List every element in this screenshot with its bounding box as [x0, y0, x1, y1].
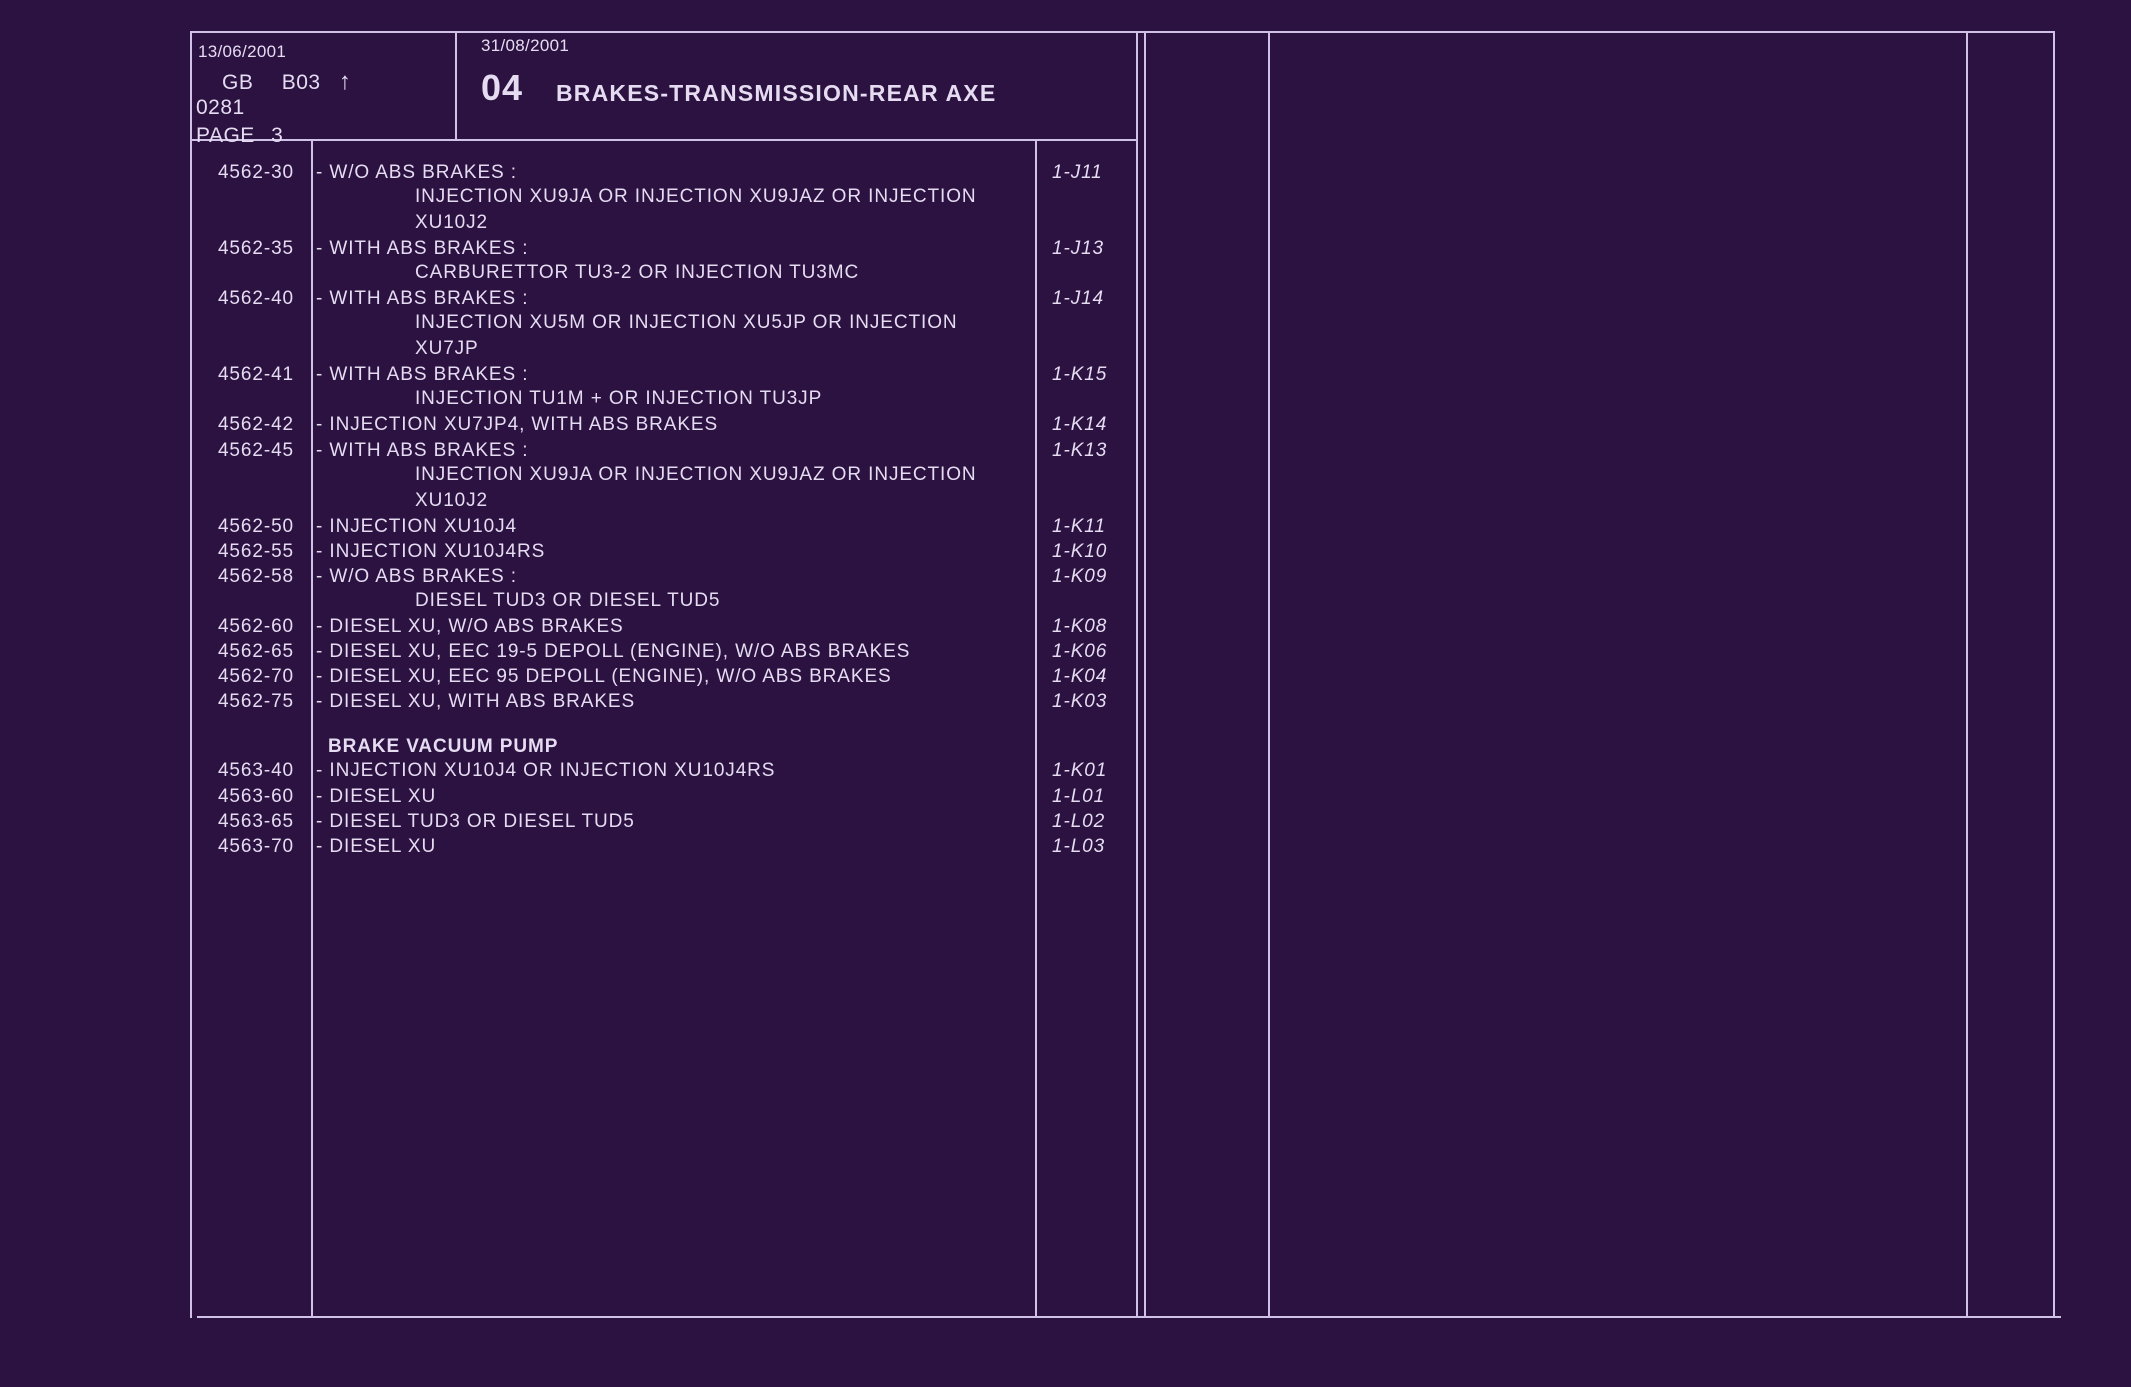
item-ref: 1-K15 — [1052, 364, 1108, 385]
item-ref: 1-K13 — [1052, 440, 1108, 461]
item-ref: 1-L03 — [1052, 836, 1106, 857]
item-continuation: XU7JP — [415, 338, 479, 359]
item-ref: 1-K11 — [1052, 516, 1106, 537]
item-description: - DIESEL XU — [316, 786, 437, 807]
item-ref: 1-J11 — [1052, 162, 1103, 183]
item-description: - INJECTION XU10J4RS — [316, 541, 546, 562]
item-code: 4562-55 — [217, 541, 294, 562]
item-code: 4562-65 — [217, 641, 294, 662]
item-ref: 1-K08 — [1052, 616, 1108, 637]
item-continuation: XU10J2 — [415, 212, 488, 233]
item-ref: 1-K04 — [1052, 666, 1108, 687]
item-description: - DIESEL XU, EEC 95 DEPOLL (ENGINE), W/O… — [316, 666, 892, 687]
item-continuation: INJECTION TU1M + OR INJECTION TU3JP — [415, 388, 823, 409]
item-ref: 1-L02 — [1052, 811, 1106, 832]
item-description: - DIESEL TUD3 OR DIESEL TUD5 — [316, 811, 635, 832]
item-ref: 1-K10 — [1052, 541, 1108, 562]
item-description: - DIESEL XU, WITH ABS BRAKES — [316, 691, 636, 712]
item-ref: 1-K14 — [1052, 414, 1108, 435]
item-code: 4562-58 — [217, 566, 294, 587]
item-code: 4562-75 — [217, 691, 294, 712]
item-ref: 1-J14 — [1052, 288, 1105, 309]
item-description: - INJECTION XU7JP4, WITH ABS BRAKES — [316, 414, 719, 435]
item-ref: 1-L01 — [1052, 786, 1106, 807]
item-code: 4562-70 — [217, 666, 294, 687]
item-ref: 1-K01 — [1052, 760, 1108, 781]
item-code: 4562-45 — [217, 440, 294, 461]
item-code: 4562-50 — [217, 516, 294, 537]
item-continuation: DIESEL TUD3 OR DIESEL TUD5 — [415, 590, 721, 611]
group-heading: BRAKE VACUUM PUMP — [328, 736, 559, 757]
parts-list: 4562-30 - W/O ABS BRAKES : 1-J11 INJECTI… — [0, 0, 2131, 1387]
item-description: - DIESEL XU — [316, 836, 437, 857]
item-code: 4562-40 — [217, 288, 294, 309]
item-continuation: INJECTION XU5M OR INJECTION XU5JP OR INJ… — [415, 312, 958, 333]
item-ref: 1-K06 — [1052, 641, 1108, 662]
item-code: 4562-60 — [217, 616, 294, 637]
item-code: 4563-40 — [217, 760, 294, 781]
item-description: - DIESEL XU, W/O ABS BRAKES — [316, 616, 624, 637]
item-continuation: XU10J2 — [415, 490, 488, 511]
item-description: - WITH ABS BRAKES : — [316, 440, 529, 461]
item-ref: 1-K03 — [1052, 691, 1108, 712]
item-description: - W/O ABS BRAKES : — [316, 162, 517, 183]
item-description: - WITH ABS BRAKES : — [316, 238, 529, 259]
item-ref: 1-J13 — [1052, 238, 1105, 259]
item-code: 4563-70 — [217, 836, 294, 857]
item-code: 4563-65 — [217, 811, 294, 832]
item-code: 4562-42 — [217, 414, 294, 435]
item-code: 4562-41 — [217, 364, 294, 385]
item-ref: 1-K09 — [1052, 566, 1108, 587]
item-description: - INJECTION XU10J4 — [316, 516, 517, 537]
item-description: - DIESEL XU, EEC 19-5 DEPOLL (ENGINE), W… — [316, 641, 911, 662]
item-description: - W/O ABS BRAKES : — [316, 566, 517, 587]
item-description: - WITH ABS BRAKES : — [316, 288, 529, 309]
item-continuation: INJECTION XU9JA OR INJECTION XU9JAZ OR I… — [415, 464, 977, 485]
item-description: - WITH ABS BRAKES : — [316, 364, 529, 385]
item-code: 4562-30 — [217, 162, 294, 183]
item-code: 4562-35 — [217, 238, 294, 259]
item-continuation: CARBURETTOR TU3-2 OR INJECTION TU3MC — [415, 262, 860, 283]
item-code: 4563-60 — [217, 786, 294, 807]
item-continuation: INJECTION XU9JA OR INJECTION XU9JAZ OR I… — [415, 186, 977, 207]
item-description: - INJECTION XU10J4 OR INJECTION XU10J4RS — [316, 760, 776, 781]
